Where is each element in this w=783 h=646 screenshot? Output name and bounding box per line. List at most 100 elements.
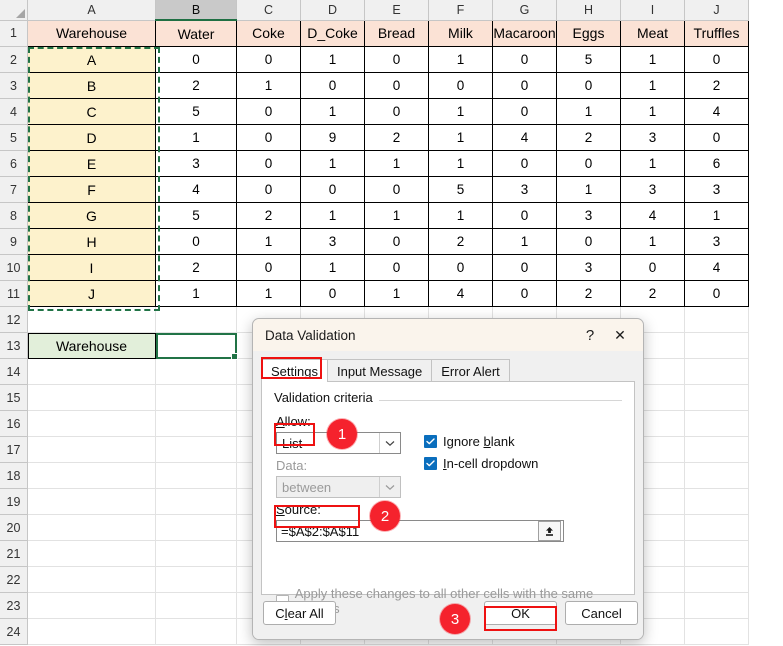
cell-B10[interactable]: 2 — [155, 254, 237, 281]
cell-F9[interactable]: 2 — [428, 228, 493, 255]
dialog-tabs[interactable]: Settings Input Message Error Alert — [261, 359, 510, 382]
cell-E5[interactable]: 2 — [364, 124, 429, 151]
cell-I1[interactable]: Meat — [620, 19, 685, 47]
cell-F5[interactable]: 1 — [428, 124, 493, 151]
cell-A9[interactable]: H — [27, 228, 156, 255]
cell-B1[interactable]: Water — [155, 19, 237, 47]
tab-settings[interactable]: Settings — [261, 359, 328, 382]
cell-J20[interactable] — [684, 514, 749, 541]
cell-E2[interactable]: 0 — [364, 46, 429, 73]
cell-A18[interactable] — [27, 462, 156, 489]
cell-I9[interactable]: 1 — [620, 228, 685, 255]
column-header-f[interactable]: F — [428, 0, 493, 21]
row-header-7[interactable]: 7 — [0, 176, 28, 203]
cell-D8[interactable]: 1 — [300, 202, 365, 229]
row-header-6[interactable]: 6 — [0, 150, 28, 177]
cell-C8[interactable]: 2 — [236, 202, 301, 229]
cell-E4[interactable]: 0 — [364, 98, 429, 125]
cancel-button[interactable]: Cancel — [565, 601, 638, 625]
cell-J12[interactable] — [684, 306, 749, 333]
cell-D2[interactable]: 1 — [300, 46, 365, 73]
row-header-2[interactable]: 2 — [0, 46, 28, 73]
column-header-d[interactable]: D — [300, 0, 365, 21]
row-header-8[interactable]: 8 — [0, 202, 28, 229]
cell-G7[interactable]: 3 — [492, 176, 557, 203]
cell-G2[interactable]: 0 — [492, 46, 557, 73]
column-header-e[interactable]: E — [364, 0, 429, 21]
cell-H1[interactable]: Eggs — [556, 19, 621, 47]
row-header-24[interactable]: 24 — [0, 618, 28, 645]
cell-J2[interactable]: 0 — [684, 46, 749, 73]
row-header-18[interactable]: 18 — [0, 462, 28, 489]
cell-A14[interactable] — [27, 358, 156, 385]
row-header-4[interactable]: 4 — [0, 98, 28, 125]
row-header-15[interactable]: 15 — [0, 384, 28, 411]
cell-J7[interactable]: 3 — [684, 176, 749, 203]
row-header-16[interactable]: 16 — [0, 410, 28, 437]
cell-J5[interactable]: 0 — [684, 124, 749, 151]
cell-H9[interactable]: 0 — [556, 228, 621, 255]
cell-B16[interactable] — [155, 410, 237, 437]
cell-A12[interactable] — [27, 306, 156, 333]
cell-J3[interactable]: 2 — [684, 72, 749, 99]
cell-H11[interactable]: 2 — [556, 280, 621, 307]
cell-G10[interactable]: 0 — [492, 254, 557, 281]
cell-C5[interactable]: 0 — [236, 124, 301, 151]
column-header-i[interactable]: I — [620, 0, 685, 21]
cell-I11[interactable]: 2 — [620, 280, 685, 307]
cell-H7[interactable]: 1 — [556, 176, 621, 203]
cell-F2[interactable]: 1 — [428, 46, 493, 73]
ok-button[interactable]: OK — [484, 601, 557, 625]
cell-D5[interactable]: 9 — [300, 124, 365, 151]
tab-error-alert[interactable]: Error Alert — [431, 359, 510, 382]
cell-E7[interactable]: 0 — [364, 176, 429, 203]
cell-D6[interactable]: 1 — [300, 150, 365, 177]
cell-G11[interactable]: 0 — [492, 280, 557, 307]
chevron-down-icon[interactable] — [379, 433, 400, 453]
cell-E9[interactable]: 0 — [364, 228, 429, 255]
ignore-blank-checkbox-row[interactable]: Ignore blank — [424, 434, 515, 449]
cell-C10[interactable]: 0 — [236, 254, 301, 281]
cell-H5[interactable]: 2 — [556, 124, 621, 151]
row-header-20[interactable]: 20 — [0, 514, 28, 541]
cell-E8[interactable]: 1 — [364, 202, 429, 229]
cell-D9[interactable]: 3 — [300, 228, 365, 255]
cell-A8[interactable]: G — [27, 202, 156, 229]
row-header-17[interactable]: 17 — [0, 436, 28, 463]
cell-B9[interactable]: 0 — [155, 228, 237, 255]
cell-A7[interactable]: F — [27, 176, 156, 203]
cell-H10[interactable]: 3 — [556, 254, 621, 281]
cell-J15[interactable] — [684, 384, 749, 411]
cell-A23[interactable] — [27, 592, 156, 619]
cell-B20[interactable] — [155, 514, 237, 541]
row-header-22[interactable]: 22 — [0, 566, 28, 593]
cell-C9[interactable]: 1 — [236, 228, 301, 255]
range-select-icon[interactable] — [538, 521, 561, 541]
cell-A5[interactable]: D — [27, 124, 156, 151]
cell-E1[interactable]: Bread — [364, 19, 429, 47]
cell-A10[interactable]: I — [27, 254, 156, 281]
cell-F1[interactable]: Milk — [428, 19, 493, 47]
cell-J6[interactable]: 6 — [684, 150, 749, 177]
cell-I6[interactable]: 1 — [620, 150, 685, 177]
row-header-1[interactable]: 1 — [0, 20, 28, 47]
cell-D3[interactable]: 0 — [300, 72, 365, 99]
column-header-b[interactable]: B — [155, 0, 237, 21]
data-validation-dialog[interactable]: Data Validation ? ✕ Settings Input Messa… — [252, 318, 644, 640]
cell-A24[interactable] — [27, 618, 156, 645]
cell-C3[interactable]: 1 — [236, 72, 301, 99]
row-header-23[interactable]: 23 — [0, 592, 28, 619]
cell-H3[interactable]: 0 — [556, 72, 621, 99]
cell-J14[interactable] — [684, 358, 749, 385]
cell-B24[interactable] — [155, 618, 237, 645]
cell-B3[interactable]: 2 — [155, 72, 237, 99]
cell-A1[interactable]: Warehouse — [27, 19, 156, 47]
cell-C2[interactable]: 0 — [236, 46, 301, 73]
row-header-11[interactable]: 11 — [0, 280, 28, 307]
cell-B19[interactable] — [155, 488, 237, 515]
cell-E11[interactable]: 1 — [364, 280, 429, 307]
cell-D1[interactable]: D_Coke — [300, 19, 365, 47]
active-cell-b13[interactable] — [155, 332, 238, 360]
clear-all-button[interactable]: Clear All — [263, 601, 336, 625]
cell-J4[interactable]: 4 — [684, 98, 749, 125]
